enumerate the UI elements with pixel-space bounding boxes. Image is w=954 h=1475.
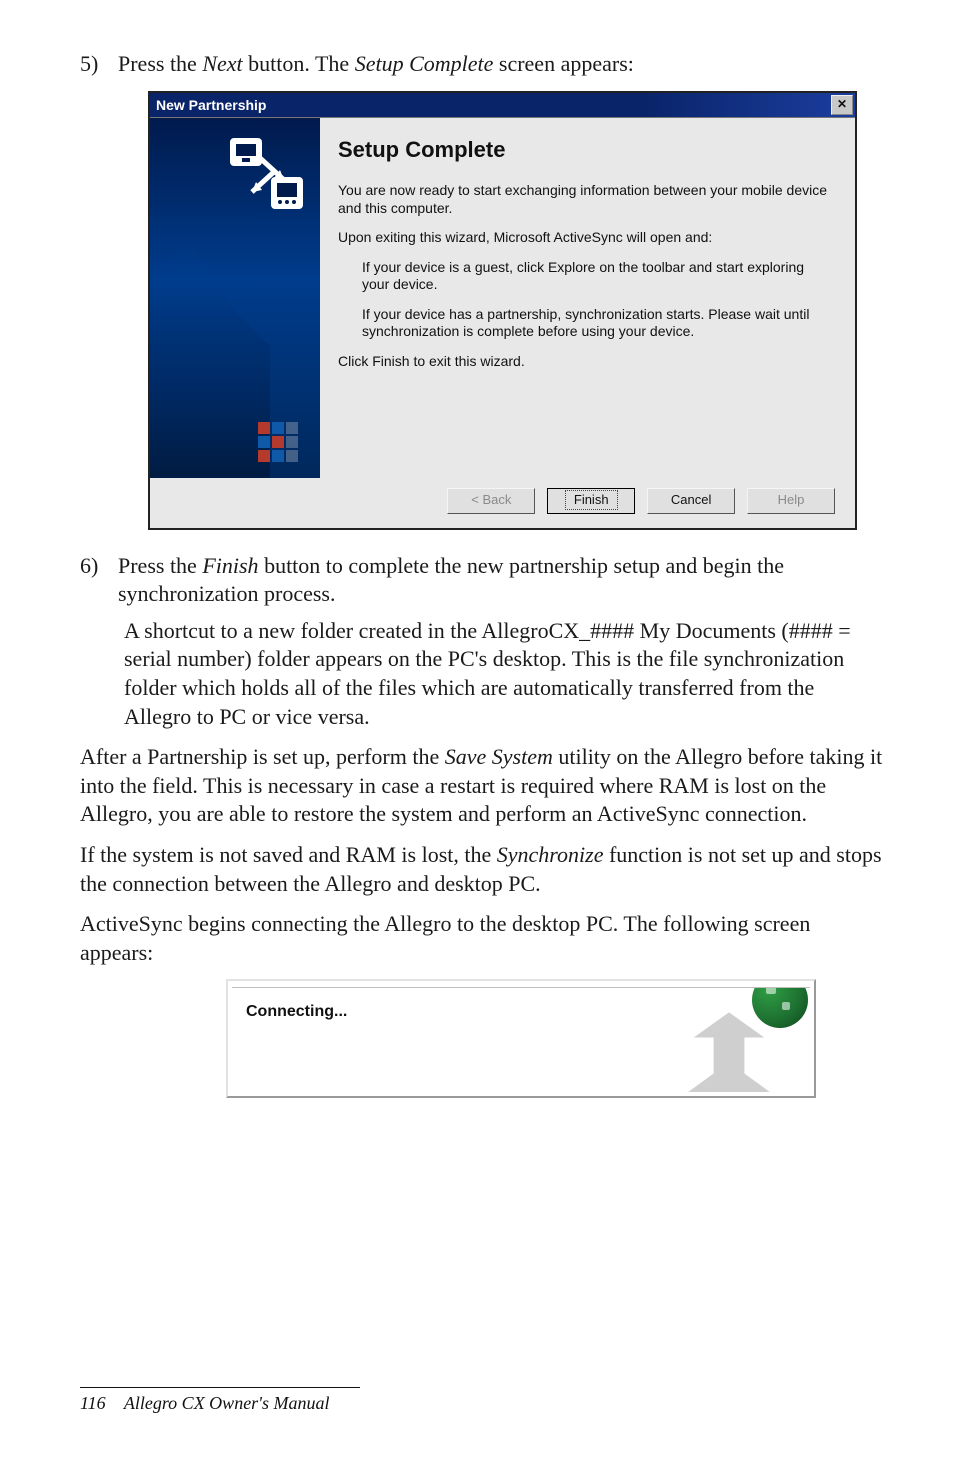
para-save-system: After a Partnership is set up, perform t… [80, 743, 884, 829]
dialog-p4: If your device has a partnership, synchr… [362, 306, 833, 341]
step-5-em2: Setup Complete [355, 51, 494, 76]
finish-button[interactable]: Finish [547, 488, 635, 514]
dialog-title: New Partnership [156, 96, 266, 114]
manual-title: Allegro CX Owner's Manual [124, 1393, 330, 1413]
dialog-button-row: < Back Finish Cancel Help [150, 478, 855, 528]
para-synchronize: If the system is not saved and RAM is lo… [80, 841, 884, 898]
dialog-p2: Upon exiting this wizard, Microsoft Acti… [338, 229, 833, 247]
connecting-graphic [638, 987, 810, 1092]
step-5-text: Press the Next button. The Setup Complet… [118, 50, 884, 79]
wizard-devices-icon [230, 138, 306, 212]
step-5-em1: Next [202, 51, 242, 76]
close-icon[interactable]: ✕ [831, 95, 853, 115]
step-5-number: 5) [80, 50, 118, 79]
wizard-pixel-art-icon [258, 422, 298, 462]
para-b-em: Synchronize [497, 842, 604, 867]
dialog-p3: If your device is a guest, click Explore… [362, 259, 833, 294]
dialog-main: Setup Complete You are now ready to star… [320, 118, 855, 478]
step-6-number: 6) [80, 552, 118, 609]
dialog-side-graphic [150, 118, 320, 478]
para-activesync: ActiveSync begins connecting the Allegro… [80, 910, 884, 967]
connecting-panel: Connecting... [226, 979, 816, 1098]
help-button: Help [747, 488, 835, 514]
para-a-before: After a Partnership is set up, perform t… [80, 744, 445, 769]
dialog-body: Setup Complete You are now ready to star… [150, 117, 855, 478]
step-5-text-c: screen appears: [493, 51, 633, 76]
page-number: 116 [80, 1393, 106, 1413]
step-5: 5) Press the Next button. The Setup Comp… [80, 50, 884, 79]
step-6: 6) Press the Finish button to complete t… [80, 552, 884, 609]
dialog-p5: Click Finish to exit this wizard. [338, 353, 833, 371]
page-footer: 116 Allegro CX Owner's Manual [80, 1387, 360, 1415]
dialog-p1: You are now ready to start exchanging in… [338, 182, 833, 217]
back-button: < Back [447, 488, 535, 514]
finish-button-label: Finish [565, 490, 618, 510]
globe-icon [752, 987, 808, 1028]
dialog-heading: Setup Complete [338, 136, 833, 165]
para-b-before: If the system is not saved and RAM is lo… [80, 842, 497, 867]
dialog-titlebar: New Partnership ✕ [150, 93, 855, 117]
step-6-em1: Finish [202, 553, 258, 578]
step-5-text-b: button. The [243, 51, 355, 76]
cancel-button[interactable]: Cancel [647, 488, 735, 514]
step-6-text: Press the Finish button to complete the … [118, 552, 884, 609]
new-partnership-dialog: New Partnership ✕ [148, 91, 857, 530]
step-6b-text: A shortcut to a new folder created in th… [124, 617, 884, 731]
para-a-em: Save System [445, 744, 553, 769]
step-5-text-a: Press the [118, 51, 202, 76]
step-6-text-a: Press the [118, 553, 202, 578]
